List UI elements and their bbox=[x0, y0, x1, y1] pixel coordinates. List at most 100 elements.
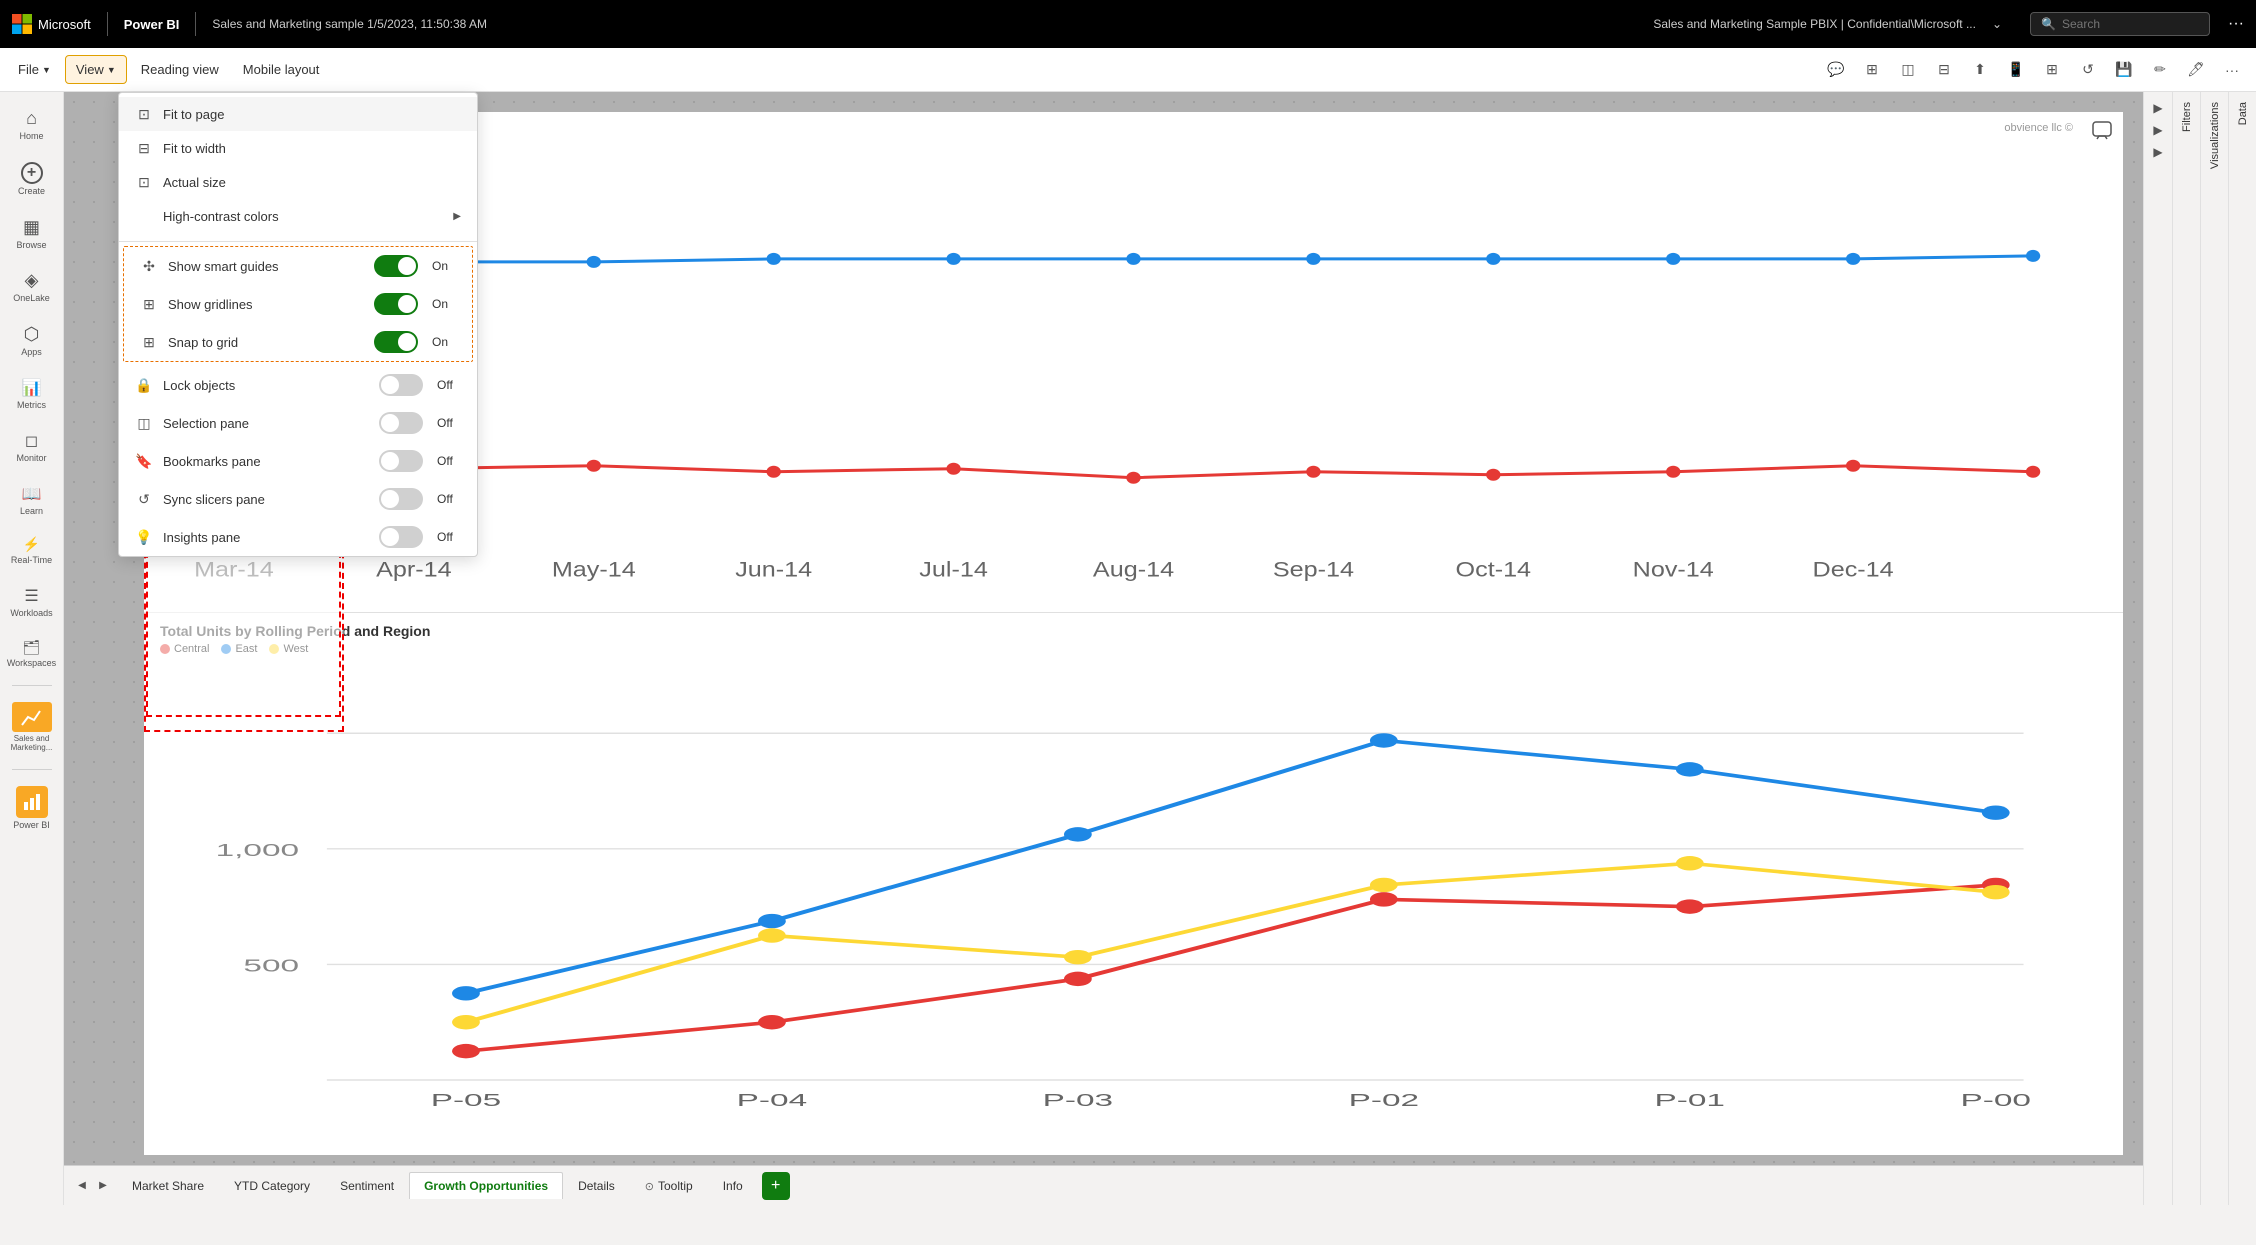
fit-to-width-item[interactable]: ⊟ Fit to width bbox=[119, 131, 477, 165]
search-box[interactable]: 🔍 bbox=[2030, 12, 2210, 36]
sidebar-item-apps[interactable]: ⬡ Apps bbox=[4, 316, 60, 366]
export-icon-btn[interactable]: ⬆ bbox=[1964, 54, 1996, 86]
rolling-chart-title: Total Units by Rolling Period and Region bbox=[160, 623, 2107, 639]
sync-slicers-row[interactable]: ↺ Sync slicers pane Off bbox=[119, 480, 477, 518]
tab-market-share[interactable]: Market Share bbox=[117, 1172, 219, 1199]
snap-grid-toggle[interactable] bbox=[374, 331, 418, 353]
sidebar-item-home[interactable]: ⌂ Home bbox=[4, 100, 60, 150]
pen-icon-btn[interactable]: 🖊 bbox=[2180, 54, 2212, 86]
lock-objects-row[interactable]: 🔒 Lock objects Off bbox=[119, 366, 477, 404]
tab-prev-arrow[interactable]: ◀ bbox=[72, 1176, 92, 1196]
tab-ytd-category[interactable]: YTD Category bbox=[219, 1172, 325, 1199]
comment-bubble-icon[interactable] bbox=[2091, 120, 2113, 145]
search-input[interactable] bbox=[2062, 17, 2162, 31]
selection-pane-row[interactable]: ◫ Selection pane Off bbox=[119, 404, 477, 442]
data-label: Data bbox=[2233, 92, 2253, 135]
more2-icon-btn[interactable]: ··· bbox=[2216, 54, 2248, 86]
collapse-right-btn[interactable]: ▶ bbox=[2150, 98, 2165, 118]
toggle-section: ✣ Show smart guides On ⊞ Show gridlines … bbox=[123, 246, 473, 362]
tab-sentiment[interactable]: Sentiment bbox=[325, 1172, 409, 1199]
high-contrast-icon bbox=[135, 207, 153, 225]
svg-text:Jun-14: Jun-14 bbox=[735, 558, 812, 582]
mobile-layout-button[interactable]: Mobile layout bbox=[233, 56, 330, 83]
view-menu-button[interactable]: View ▼ bbox=[65, 55, 127, 84]
tooltip-tab-icon: ⊙ bbox=[645, 1180, 654, 1193]
sidebar-label-apps: Apps bbox=[21, 347, 42, 358]
sidebar-item-realtime[interactable]: ⚡ Real-Time bbox=[4, 528, 60, 574]
visualizations-panel-tab[interactable]: Visualizations bbox=[2200, 92, 2228, 1205]
share-icon-btn[interactable]: ⊞ bbox=[2036, 54, 2068, 86]
tab-tooltip[interactable]: ⊙ Tooltip bbox=[630, 1172, 708, 1199]
layout-icon-btn[interactable]: ⊞ bbox=[1856, 54, 1888, 86]
gridlines-toggle[interactable] bbox=[374, 293, 418, 315]
gridlines-row[interactable]: ⊞ Show gridlines On bbox=[124, 285, 472, 323]
sidebar-label-onelake: OneLake bbox=[13, 293, 50, 304]
save-icon-btn[interactable]: 💾 bbox=[2108, 54, 2140, 86]
tab-info[interactable]: Info bbox=[708, 1172, 758, 1199]
sidebar-item-onelake[interactable]: ◈ OneLake bbox=[4, 262, 60, 312]
powerbi-icon bbox=[16, 786, 48, 818]
gridlines-icon: ⊞ bbox=[140, 295, 158, 313]
high-contrast-item[interactable]: High-contrast colors ▶ bbox=[119, 199, 477, 233]
actual-size-label: Actual size bbox=[163, 175, 461, 190]
data-panel-tab[interactable]: Data bbox=[2228, 92, 2256, 1205]
bookmarks-toggle[interactable] bbox=[379, 450, 423, 472]
reading-view-button[interactable]: Reading view bbox=[131, 56, 229, 83]
layout2-icon-btn[interactable]: ◫ bbox=[1892, 54, 1924, 86]
gridlines-label: Show gridlines bbox=[168, 297, 364, 312]
tab-next-arrow[interactable]: ▶ bbox=[93, 1176, 113, 1196]
sidebar-label-home: Home bbox=[19, 131, 43, 142]
bookmarks-label: Bookmarks pane bbox=[163, 454, 369, 469]
capture-icon-btn[interactable]: ⊟ bbox=[1928, 54, 1960, 86]
sidebar-item-powerbi[interactable]: Power BI bbox=[4, 778, 60, 839]
more-icon[interactable]: ··· bbox=[2228, 15, 2244, 33]
smart-guides-row[interactable]: ✣ Show smart guides On bbox=[124, 247, 472, 285]
sidebar-item-workloads[interactable]: ☰ Workloads bbox=[4, 578, 60, 627]
canvas-selection-area[interactable] bbox=[146, 532, 341, 717]
view-dropdown-menu: ⊡ Fit to page ⊟ Fit to width ⊡ Actual si… bbox=[118, 92, 478, 557]
snap-grid-label: Snap to grid bbox=[168, 335, 364, 350]
right-panel-collapse: ▶ ▶ ▶ bbox=[2144, 92, 2172, 1205]
tab-add-button[interactable]: + bbox=[762, 1172, 790, 1200]
collapse-right2-btn[interactable]: ▶ bbox=[2150, 120, 2165, 140]
sidebar-item-browse[interactable]: ▦ Browse bbox=[4, 209, 60, 259]
doc-chevron-icon[interactable]: ⌄ bbox=[1992, 17, 2002, 31]
insights-row[interactable]: 💡 Insights pane Off bbox=[119, 518, 477, 556]
bookmarks-pane-row[interactable]: 🔖 Bookmarks pane Off bbox=[119, 442, 477, 480]
sync-slicers-toggle[interactable] bbox=[379, 488, 423, 510]
sidebar-item-monitor[interactable]: ◻ Monitor bbox=[4, 423, 60, 472]
sidebar-label-powerbi: Power BI bbox=[13, 820, 50, 831]
phone-icon-btn[interactable]: 📱 bbox=[2000, 54, 2032, 86]
selection-pane-toggle[interactable] bbox=[379, 412, 423, 434]
svg-text:Oct-14: Oct-14 bbox=[1456, 558, 1532, 582]
sidebar-item-sales[interactable]: Sales and Marketing... bbox=[4, 694, 60, 761]
lock-icon: 🔒 bbox=[135, 376, 153, 394]
visualizations-label: Visualizations bbox=[2205, 92, 2225, 179]
mobile-layout-label: Mobile layout bbox=[243, 62, 320, 77]
smart-guides-toggle[interactable] bbox=[374, 255, 418, 277]
actual-size-item[interactable]: ⊡ Actual size bbox=[119, 165, 477, 199]
insights-toggle[interactable] bbox=[379, 526, 423, 548]
svg-text:500: 500 bbox=[243, 956, 299, 976]
fit-to-page-item[interactable]: ⊡ Fit to page bbox=[119, 97, 477, 131]
snap-grid-knob bbox=[398, 333, 416, 351]
snap-grid-row[interactable]: ⊞ Snap to grid On bbox=[124, 323, 472, 361]
fit-page-label: Fit to page bbox=[163, 107, 461, 122]
lock-objects-toggle[interactable] bbox=[379, 374, 423, 396]
tab-details[interactable]: Details bbox=[563, 1172, 630, 1199]
collapse-right3-btn[interactable]: ▶ bbox=[2150, 142, 2165, 162]
high-contrast-label: High-contrast colors bbox=[163, 209, 443, 224]
sidebar-item-metrics[interactable]: 📊 Metrics bbox=[4, 370, 60, 419]
svg-text:May-14: May-14 bbox=[552, 558, 636, 582]
sidebar-item-workspaces[interactable]: 🗂 Workspaces bbox=[4, 631, 60, 677]
powerbi-label: Power BI bbox=[124, 17, 180, 32]
file-menu-button[interactable]: File ▼ bbox=[8, 56, 61, 83]
comment-icon-btn[interactable]: 💬 bbox=[1820, 54, 1852, 86]
filters-panel-tab[interactable]: Filters bbox=[2172, 92, 2200, 1205]
tab-growth-opportunities[interactable]: Growth Opportunities bbox=[409, 1172, 563, 1199]
sidebar-item-learn[interactable]: 📖 Learn bbox=[4, 476, 60, 525]
pencil-icon-btn[interactable]: ✏ bbox=[2144, 54, 2176, 86]
refresh-icon-btn[interactable]: ↺ bbox=[2072, 54, 2104, 86]
bookmarks-knob bbox=[381, 452, 399, 470]
sidebar-item-create[interactable]: + Create bbox=[4, 154, 60, 205]
